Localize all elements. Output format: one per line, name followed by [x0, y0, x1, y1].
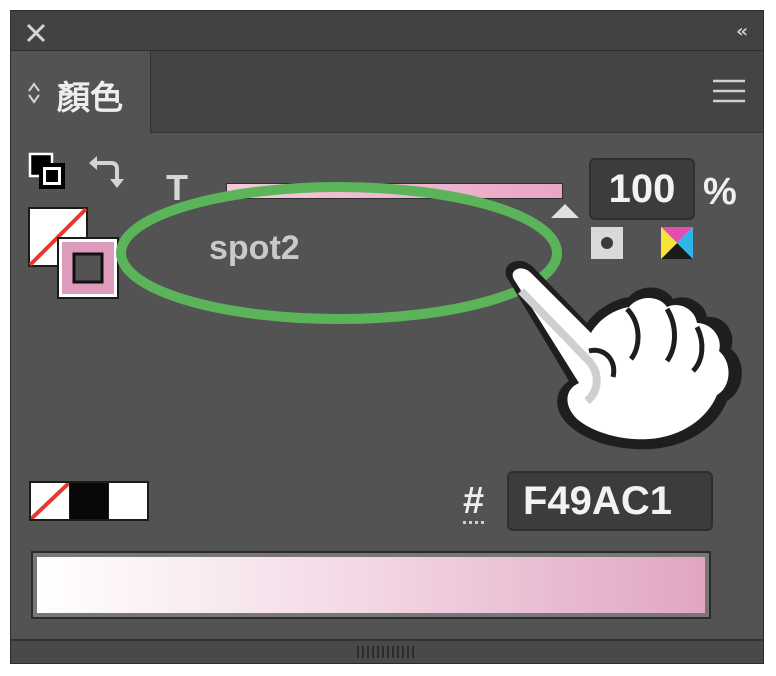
color-ramp[interactable] [31, 551, 711, 619]
tint-input[interactable]: 100 [589, 158, 695, 220]
color-panel: ‹‹ 顏色 T 100 % spot2 # F49AC1 [10, 10, 764, 664]
stroke-swatch[interactable] [57, 237, 119, 299]
tab-color-label: 顏色 [57, 78, 123, 117]
hex-label: # [463, 480, 485, 524]
none-swatch[interactable] [31, 483, 70, 519]
panel-titlebar: ‹‹ [11, 11, 763, 51]
tab-color[interactable]: 顏色 [11, 51, 151, 133]
resize-grip-icon[interactable] [357, 646, 417, 658]
hex-input[interactable]: F49AC1 [507, 471, 713, 531]
quick-swatches [29, 481, 149, 521]
pointing-hand-icon [505, 260, 742, 450]
white-swatch[interactable] [109, 483, 147, 519]
tab-bar: 顏色 [11, 51, 763, 133]
panel-resize-bar [11, 639, 763, 663]
hamburger-menu-icon[interactable] [713, 79, 745, 103]
default-fill-stroke-icon[interactable] [27, 151, 67, 191]
black-swatch[interactable] [70, 483, 109, 519]
close-icon[interactable] [25, 22, 47, 44]
double-chevron-left-icon[interactable]: ‹‹ [736, 21, 748, 42]
color-ramp-gradient[interactable] [37, 557, 705, 613]
tint-unit: % [703, 171, 737, 213]
tab-expand-icon[interactable] [27, 81, 41, 105]
